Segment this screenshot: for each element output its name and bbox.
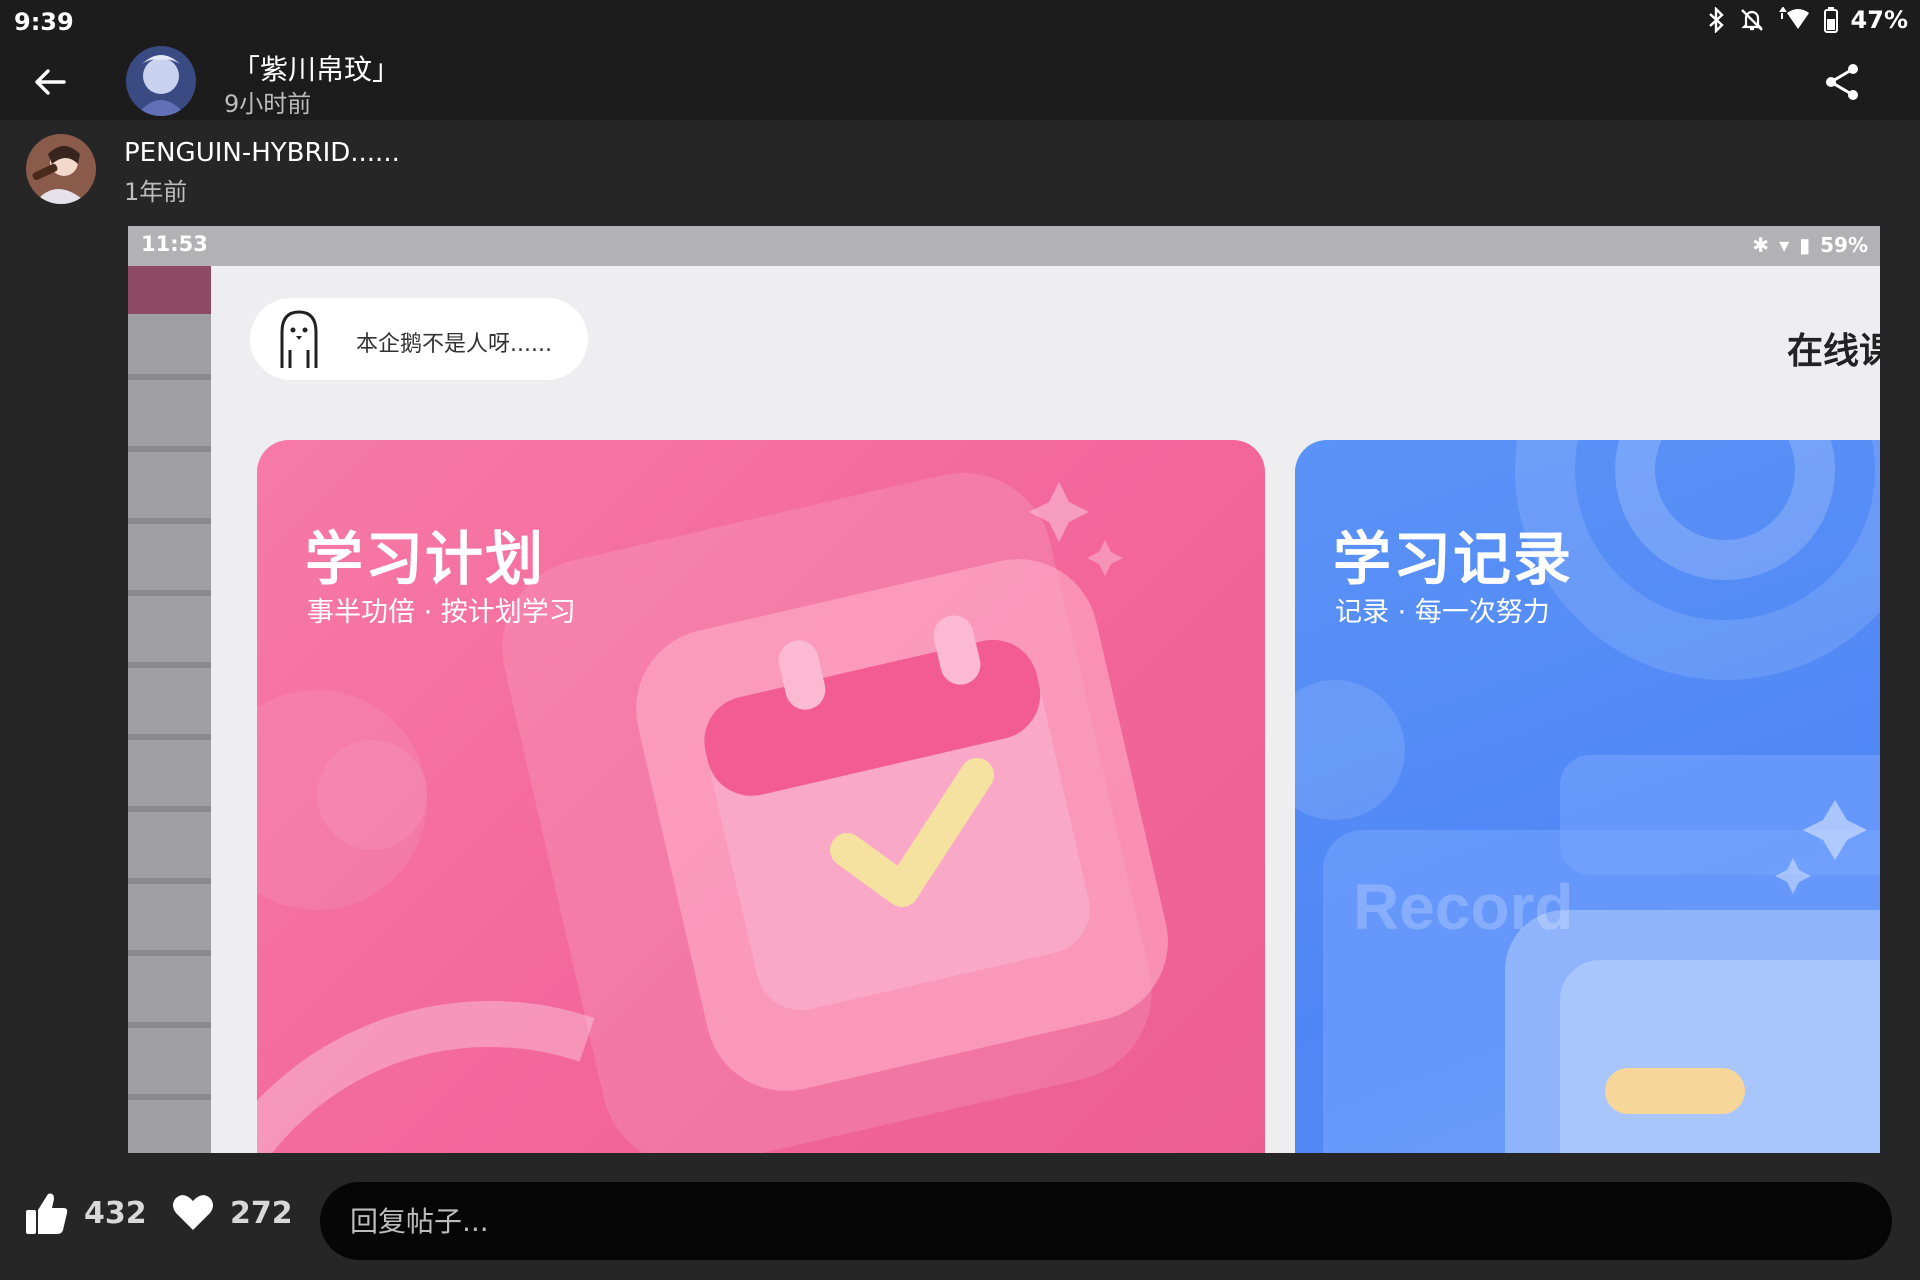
card-subtitle: 记录 · 每一次努力 — [1335, 597, 1550, 628]
image-status-icons: ✱ ▾ ▮ 59% — [1752, 233, 1868, 257]
post-author[interactable]: PENGUIN-HYBRID...... — [124, 138, 400, 168]
card-subtitle: 事半功倍 · 按计划学习 — [307, 597, 576, 628]
op-time: 9小时前 — [224, 90, 312, 118]
battery-icon: ▮ — [1799, 233, 1811, 257]
app-bar: 「紫川帛玟」 9小时前 — [0, 44, 1920, 120]
op-avatar[interactable] — [126, 46, 196, 116]
battery-icon — [1823, 7, 1838, 33]
image-battery-level: 59% — [1820, 233, 1868, 257]
card-title: 学习计划 — [305, 525, 546, 593]
bottom-bar: 432 272 — [0, 1160, 1920, 1280]
back-arrow-icon[interactable] — [28, 60, 72, 104]
post-image[interactable]: 11:53 ✱ ▾ ▮ 59% 本企鹅不是人呀...... 在线课 学习计划 事… — [128, 226, 1880, 1153]
post-time: 1年前 — [124, 178, 188, 206]
section-heading: 在线课 — [1787, 331, 1880, 372]
mute-icon — [1740, 9, 1763, 31]
favorite-count: 272 — [230, 1196, 293, 1231]
post-header: PENGUIN-HYBRID...... 1年前 — [0, 120, 1920, 220]
author-avatar[interactable] — [26, 134, 96, 204]
like-count: 432 — [84, 1196, 147, 1231]
share-icon[interactable] — [1820, 60, 1864, 104]
heart-icon[interactable] — [172, 1192, 214, 1232]
op-name[interactable]: 「紫川帛玟」 — [232, 48, 400, 88]
status-time: 9:39 — [14, 8, 74, 36]
card-title: 学习记录 — [1333, 525, 1574, 593]
study-plan-card: 学习计划 事半功倍 · 按计划学习 — [257, 440, 1265, 1153]
status-icons: 47% — [1705, 6, 1908, 34]
bluetooth-icon: ✱ — [1752, 233, 1770, 257]
wifi-icon: ▾ — [1779, 233, 1790, 257]
wifi-icon — [1778, 7, 1809, 29]
study-record-card: 学习记录 记录 · 每一次努力 Record — [1295, 440, 1880, 1153]
record-watermark: Record — [1353, 871, 1574, 943]
bluetooth-icon — [1708, 7, 1724, 33]
penguin-icon — [280, 310, 318, 368]
reply-input[interactable] — [320, 1182, 1892, 1260]
side-panel — [128, 226, 211, 1153]
image-status-time: 11:53 — [141, 232, 208, 256]
thumbs-up-icon[interactable] — [24, 1190, 68, 1236]
profile-bubble: 本企鹅不是人呀...... — [250, 298, 588, 380]
battery-level: 47% — [1850, 6, 1908, 34]
image-status-bar — [128, 226, 1880, 266]
status-bar: 9:39 47% — [0, 0, 1920, 44]
bubble-text: 本企鹅不是人呀...... — [356, 332, 552, 357]
